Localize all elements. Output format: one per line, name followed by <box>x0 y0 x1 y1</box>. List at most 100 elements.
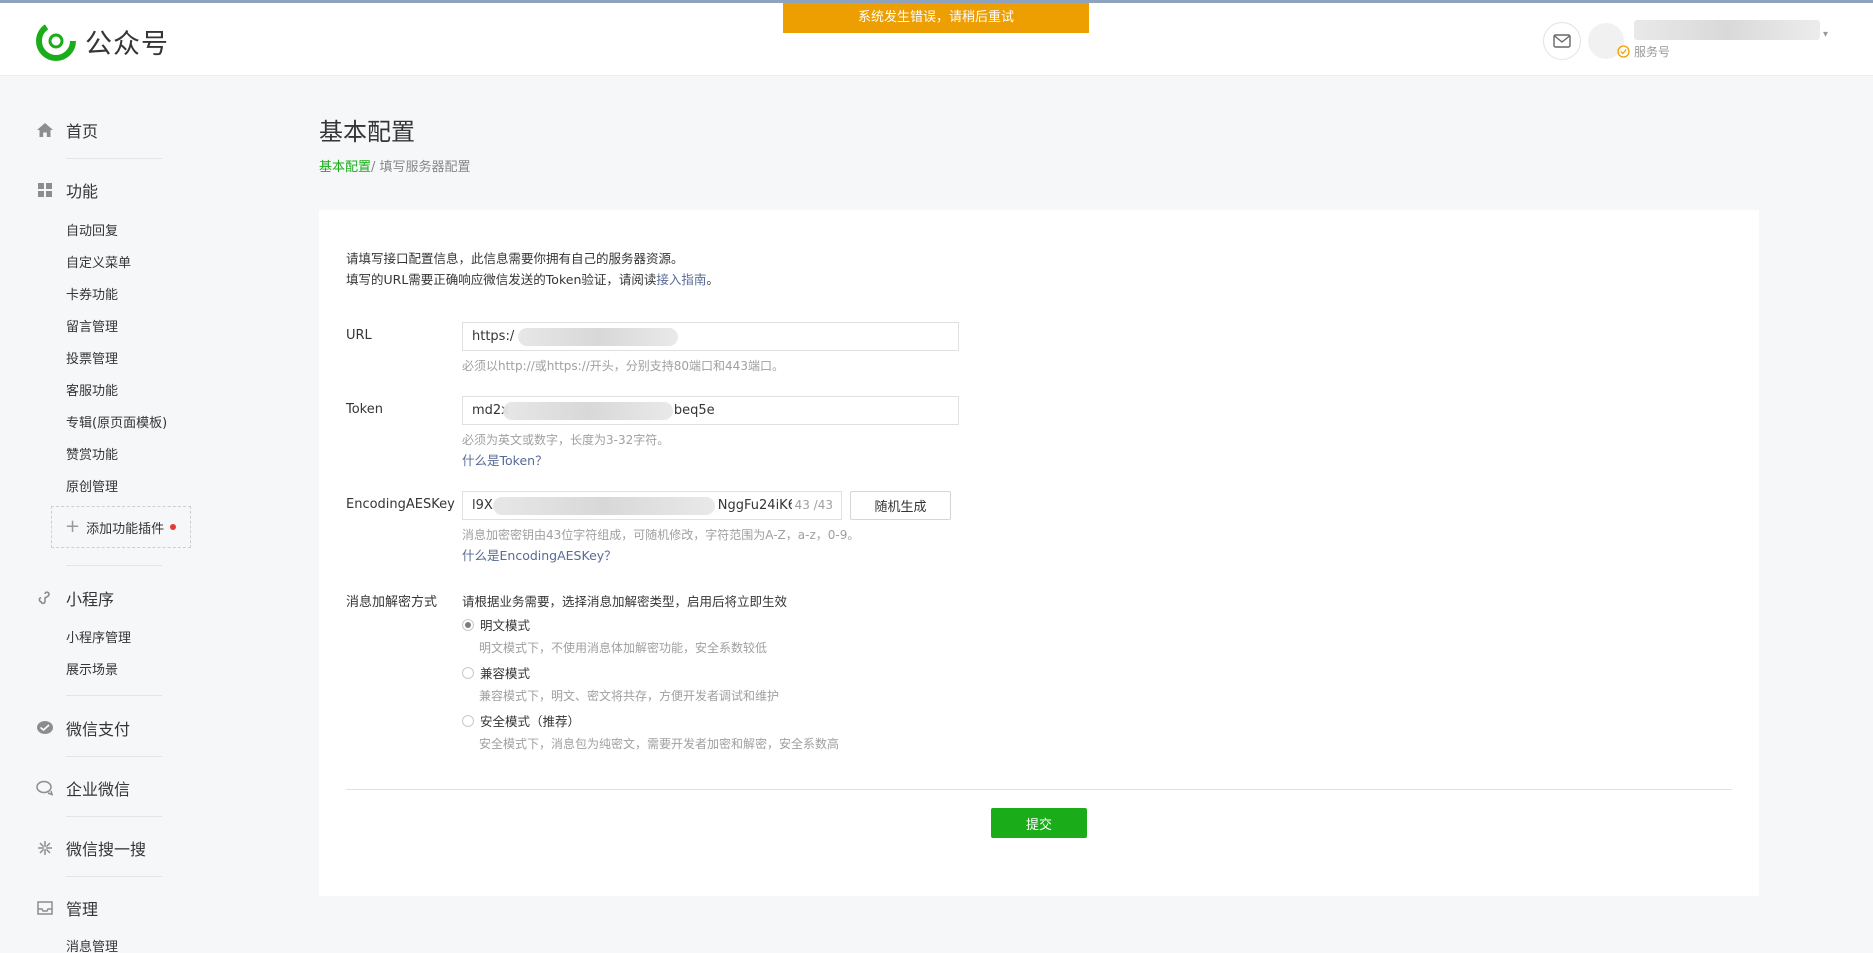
token-input-value-end: beq5e <box>673 403 715 418</box>
mail-icon <box>1553 34 1571 48</box>
sidebar-subitem-miniprogram-manage[interactable]: 小程序管理 <box>66 627 131 646</box>
submit-button[interactable]: 提交 <box>991 808 1087 838</box>
sidebar-subitem-votes[interactable]: 投票管理 <box>66 348 118 367</box>
encryption-mode-description: 请根据业务需要，选择消息加解密类型，启用后将立即生效 <box>462 594 788 609</box>
sidebar-item-label: 微信搜一搜 <box>66 840 147 859</box>
breadcrumb-separator: / <box>371 160 380 175</box>
url-hint: 必须以http://或https://开头，分别支持80端口和443端口。 <box>462 359 784 373</box>
mail-button[interactable] <box>1543 22 1581 60</box>
url-input[interactable]: https:/ <box>462 322 959 351</box>
redacted-mask <box>503 402 673 420</box>
token-input[interactable]: md2x beq5e <box>462 396 959 425</box>
radio-secure-mode[interactable]: 安全模式（推荐） <box>462 711 580 730</box>
intro-line-1: 请填写接口配置信息，此信息需要你拥有自己的服务器资源。 <box>346 251 684 266</box>
what-is-token-link[interactable]: 什么是Token？ <box>462 450 548 469</box>
sidebar-subitem-custom-menu[interactable]: 自定义菜单 <box>66 252 131 271</box>
aes-key-label: EncodingAESKey <box>346 497 455 512</box>
sidebar-divider <box>66 756 162 757</box>
intro-text: 请填写接口配置信息，此信息需要你拥有自己的服务器资源。 填写的URL需要正确响应… <box>346 248 719 290</box>
breadcrumb-current: 填写服务器配置 <box>379 160 471 175</box>
radio-button-checked[interactable] <box>462 618 474 631</box>
intro-line-2-suffix: 。 <box>706 272 719 287</box>
miniprogram-icon <box>36 589 54 607</box>
radio-label: 兼容模式 <box>480 666 531 681</box>
sidebar-item-label: 微信支付 <box>66 720 131 739</box>
random-generate-button[interactable]: 随机生成 <box>850 491 951 520</box>
intro-line-2-prefix: 填写的URL需要正确响应微信发送的Token验证，请阅读 <box>346 272 657 287</box>
wechat-mp-logo-icon <box>36 21 76 61</box>
add-plugin-button[interactable]: + 添加功能插件 <box>51 506 191 548</box>
sidebar-subitem-message-manage[interactable]: 消息管理 <box>66 936 118 953</box>
grid-icon <box>36 181 54 199</box>
aes-key-hint: 消息加密密钥由43位字符组成，可随机修改，字符范围为A-Z，a-z，0-9。 <box>462 528 860 542</box>
sidebar-subitem-album[interactable]: 专辑(原页面模板) <box>66 412 167 431</box>
intro-line-2: 填写的URL需要正确响应微信发送的Token验证，请阅读接入指南。 <box>346 269 719 290</box>
secure-mode-desc: 安全模式下，消息包为纯密文，需要开发者加密和解密，安全系数高 <box>479 737 840 751</box>
aes-key-value-start: l9X <box>472 498 493 513</box>
notification-dot <box>170 524 177 530</box>
sidebar-divider <box>66 565 162 566</box>
error-banner: 系统发生错误，请稍后重试 <box>783 3 1089 33</box>
sidebar-divider <box>66 816 162 817</box>
sidebar-item-home[interactable]: 首页 <box>36 118 98 142</box>
sidebar-item-label: 企业微信 <box>66 780 131 799</box>
sidebar-item-miniprogram[interactable]: 小程序 <box>36 586 114 610</box>
search-sparkle-icon <box>36 839 54 857</box>
verified-icon <box>1617 45 1630 58</box>
encryption-mode-label: 消息加解密方式 <box>346 595 438 610</box>
radio-button[interactable] <box>462 714 474 727</box>
config-card: 请填写接口配置信息，此信息需要你拥有自己的服务器资源。 填写的URL需要正确响应… <box>319 210 1759 896</box>
pay-icon <box>36 719 54 737</box>
aes-key-counter: 43 /43 <box>791 492 833 519</box>
sidebar-item-label: 小程序 <box>66 590 115 609</box>
breadcrumb-link-basic-config[interactable]: 基本配置 <box>319 160 371 175</box>
home-icon <box>36 121 54 139</box>
radio-label: 明文模式 <box>480 618 531 633</box>
url-input-value: https:/ <box>472 329 515 344</box>
sidebar-subitem-display-scenes[interactable]: 展示场景 <box>66 659 118 678</box>
work-wechat-icon <box>36 779 54 797</box>
breadcrumb: 基本配置/ 填写服务器配置 <box>319 156 471 175</box>
radio-compatible-mode[interactable]: 兼容模式 <box>462 663 530 682</box>
logo[interactable]: 公众号 <box>36 21 169 61</box>
access-guide-link[interactable]: 接入指南 <box>656 272 706 287</box>
logo-text: 公众号 <box>85 28 169 60</box>
sidebar-item-features[interactable]: 功能 <box>36 178 98 202</box>
sidebar-subitem-customer-service[interactable]: 客服功能 <box>66 380 118 399</box>
page-title: 基本配置 <box>319 118 415 146</box>
radio-label: 安全模式（推荐） <box>480 714 581 729</box>
service-type-label: 服务号 <box>1634 45 1671 59</box>
sidebar-item-label: 管理 <box>66 900 99 919</box>
aes-key-input[interactable]: l9X NggFu24iK6V 43 /43 <box>462 491 842 520</box>
sidebar-subitem-reward[interactable]: 赞赏功能 <box>66 444 118 463</box>
radio-plaintext-mode[interactable]: 明文模式 <box>462 615 530 634</box>
top-header: 公众号 系统发生错误，请稍后重试 ▾ 服务号 <box>0 3 1873 76</box>
sidebar-divider <box>66 158 162 159</box>
sidebar-subitem-cards[interactable]: 卡券功能 <box>66 284 118 303</box>
sidebar-subitem-auto-reply[interactable]: 自动回复 <box>66 220 118 239</box>
sidebar-item-label: 首页 <box>66 122 99 141</box>
url-label: URL <box>346 328 372 343</box>
sidebar-item-wechat-search[interactable]: 微信搜一搜 <box>36 836 146 860</box>
sidebar-item-label: 功能 <box>66 182 99 201</box>
redacted-mask <box>518 328 678 346</box>
radio-button[interactable] <box>462 666 474 679</box>
account-dropdown-icon[interactable]: ▾ <box>1823 29 1828 40</box>
token-hint: 必须为英文或数字，长度为3-32字符。 <box>462 433 670 447</box>
sidebar-divider <box>66 876 162 877</box>
plus-icon: + <box>65 516 81 537</box>
add-plugin-label: 添加功能插件 <box>86 521 165 537</box>
service-badge: 服务号 <box>1617 43 1670 60</box>
plaintext-mode-desc: 明文模式下，不使用消息体加解密功能，安全系数较低 <box>479 641 768 655</box>
compatible-mode-desc: 兼容模式下，明文、密文将共存，方便开发者调试和维护 <box>479 689 780 703</box>
sidebar-item-work-wechat[interactable]: 企业微信 <box>36 776 130 800</box>
sidebar-subitem-comments[interactable]: 留言管理 <box>66 316 118 335</box>
sidebar-item-manage[interactable]: 管理 <box>36 896 98 920</box>
inbox-icon <box>36 899 54 917</box>
redacted-mask <box>493 497 715 515</box>
what-is-aes-key-link[interactable]: 什么是EncodingAESKey？ <box>462 545 617 564</box>
sidebar-subitem-original[interactable]: 原创管理 <box>66 476 118 495</box>
sidebar-item-wechat-pay[interactable]: 微信支付 <box>36 716 130 740</box>
account-name-redacted[interactable] <box>1634 20 1820 40</box>
card-divider <box>346 789 1732 790</box>
